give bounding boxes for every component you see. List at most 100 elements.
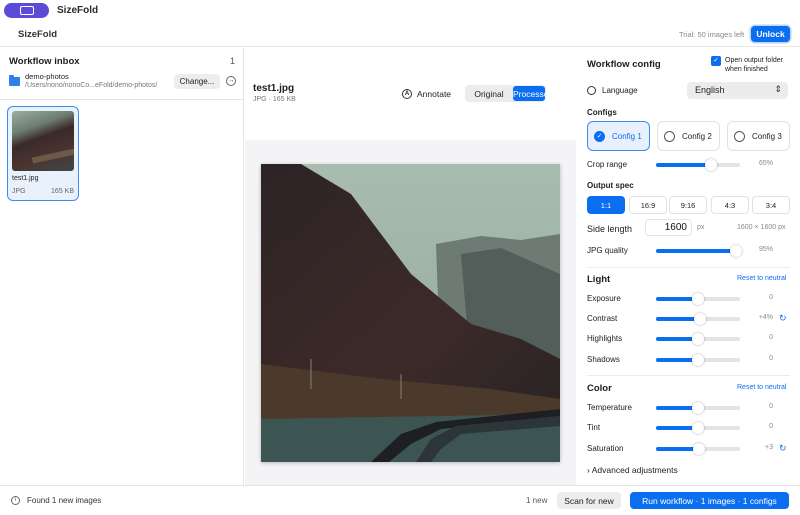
new-count: 1 new [526, 496, 548, 505]
advanced-adjustments-toggle[interactable]: › Advanced adjustments [587, 465, 678, 475]
jpg-quality-value: 95% [758, 246, 773, 253]
ratio-1-1-button[interactable]: 1:1 [587, 196, 625, 214]
preview-panel: test1.jpg JPG · 165 KB A Annotate Origin… [245, 48, 576, 485]
contrast-slider[interactable] [656, 313, 740, 325]
preview-filename: test1.jpg [253, 83, 295, 94]
footer-bar: i Found 1 new images 1 new Scan for new … [0, 485, 800, 515]
app-logo-icon[interactable] [4, 3, 49, 18]
radio-icon [664, 131, 675, 142]
folder-name: demo-photos [25, 72, 69, 81]
divider [587, 267, 790, 268]
language-value: English [695, 85, 725, 95]
divider [0, 99, 244, 100]
arrow-right-circle-icon[interactable]: → [226, 76, 236, 86]
ratio-16-9-button[interactable]: 16:9 [629, 196, 667, 214]
contrast-value: +4% [758, 314, 773, 321]
tint-value: 0 [769, 423, 773, 430]
ratio-9-16-button[interactable]: 9:16 [669, 196, 707, 214]
processed-view-button[interactable]: Processed [513, 86, 553, 101]
output-dimensions: 1600 × 1600 px [737, 224, 786, 231]
jpg-quality-label: JPG quality [587, 246, 628, 255]
contrast-label: Contrast [587, 314, 618, 323]
config-title: Workflow config [587, 59, 661, 70]
color-title: Color [587, 383, 612, 394]
thumbnail-image [12, 111, 74, 171]
config-label: Config 1 [612, 132, 642, 141]
shadows-label: Shadows [587, 355, 620, 364]
highlights-slider[interactable] [656, 333, 740, 345]
light-reset-link[interactable]: Reset to neutral [737, 275, 786, 282]
reset-icon[interactable]: ↻ [779, 443, 787, 454]
exposure-value: 0 [769, 294, 773, 301]
scan-for-new-button[interactable]: Scan for new [557, 492, 621, 509]
config-3-option[interactable]: Config 3 [727, 121, 790, 151]
slider-knob[interactable] [692, 443, 705, 455]
thumbnail-size: 165 KB [51, 188, 74, 195]
slider-knob[interactable] [692, 333, 704, 345]
view-toggle: Original Processed [465, 85, 553, 102]
slider-knob[interactable] [692, 422, 704, 434]
config-label: Config 3 [752, 132, 782, 141]
globe-icon [587, 86, 596, 95]
check-icon: ✓ [594, 131, 605, 142]
app-name: SizeFold [57, 5, 99, 16]
config-2-option[interactable]: Config 2 [657, 121, 720, 151]
radio-icon [734, 131, 745, 142]
divider [587, 375, 790, 376]
configs-label: Configs [587, 108, 617, 117]
saturation-value: +3 [765, 444, 773, 451]
temperature-value: 0 [769, 403, 773, 410]
info-icon: i [11, 496, 20, 505]
open-output-label: Open output folder when finished [725, 57, 783, 73]
change-folder-button[interactable]: Change... [174, 74, 220, 89]
saturation-slider[interactable] [656, 443, 740, 455]
slider-knob[interactable] [692, 354, 704, 366]
tab-sizefold[interactable]: SizeFold [18, 29, 57, 40]
folder-icon [9, 75, 20, 86]
side-length-label: Side length [587, 224, 633, 234]
slider-knob[interactable] [692, 402, 704, 414]
config-1-option[interactable]: ✓ Config 1 [587, 121, 650, 151]
reset-icon[interactable]: ↻ [779, 313, 787, 324]
slider-knob[interactable] [692, 293, 704, 305]
highlights-value: 0 [769, 334, 773, 341]
folder-path: /Users/nono/nonoCo...eFold/demo-photos/ [25, 82, 158, 89]
annotate-icon[interactable]: A [402, 89, 412, 99]
side-length-input[interactable] [645, 219, 692, 236]
slider-knob[interactable] [729, 245, 742, 257]
run-workflow-button[interactable]: Run workflow · 1 images · 1 configs [630, 492, 789, 509]
chevron-right-icon: › [587, 465, 590, 475]
annotate-button[interactable]: Annotate [417, 89, 451, 99]
inbox-title: Workflow inbox [9, 56, 80, 67]
workflow-config-panel: Workflow config ✓ Open output folder whe… [577, 48, 800, 485]
landscape-photo [261, 164, 560, 462]
thumbnail-filename: test1.jpg [12, 175, 39, 182]
crop-range-label: Crop range [587, 160, 628, 169]
unlock-button[interactable]: Unlock [751, 26, 790, 42]
slider-knob[interactable] [693, 313, 706, 325]
jpg-quality-slider[interactable] [656, 245, 742, 257]
temperature-slider[interactable] [656, 402, 740, 414]
language-label: Language [602, 86, 638, 95]
found-status: Found 1 new images [27, 496, 102, 505]
chevron-updown-icon: ⇕ [774, 84, 782, 94]
inbox-item[interactable]: test1.jpg JPG 165 KB [7, 106, 79, 201]
highlights-label: Highlights [587, 334, 623, 343]
language-select[interactable]: English ⇕ [687, 82, 788, 99]
ratio-4-3-button[interactable]: 4:3 [711, 196, 749, 214]
original-view-button[interactable]: Original [467, 86, 511, 101]
ratio-3-4-button[interactable]: 3:4 [752, 196, 790, 214]
tab-bar: SizeFold Trial: 50 images left Unlock [0, 25, 800, 47]
slider-knob[interactable] [704, 159, 717, 171]
color-reset-link[interactable]: Reset to neutral [737, 384, 786, 391]
crop-range-value: 65% [758, 160, 773, 167]
open-output-checkbox[interactable]: ✓ [711, 56, 721, 66]
preview-header: test1.jpg JPG · 165 KB A Annotate Origin… [245, 48, 576, 140]
trial-status: Trial: 50 images left [679, 30, 745, 39]
crop-range-slider[interactable] [656, 159, 740, 171]
exposure-slider[interactable] [656, 293, 740, 305]
tint-slider[interactable] [656, 422, 740, 434]
shadows-slider[interactable] [656, 354, 740, 366]
exposure-label: Exposure [587, 294, 621, 303]
workflow-inbox-panel: Workflow inbox 1 demo-photos /Users/nono… [0, 48, 244, 485]
